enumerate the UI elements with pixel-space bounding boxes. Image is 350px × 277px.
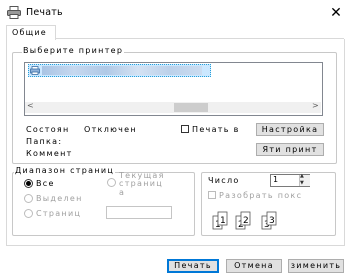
svg-text:2: 2 bbox=[243, 216, 249, 226]
status-label: Состоян bbox=[26, 125, 70, 134]
printer-icon bbox=[7, 6, 21, 19]
collate-label: Разобрать покс bbox=[219, 191, 303, 200]
copies-count-label: Число bbox=[208, 176, 240, 185]
copies-count-value: 1 bbox=[273, 175, 279, 184]
print-to-file-label: Печать в bbox=[192, 125, 240, 134]
collate-checkbox[interactable] bbox=[208, 191, 216, 199]
select-printer-group-label: Выберите принтер bbox=[22, 46, 125, 55]
chevron-down-icon[interactable]: ▼ bbox=[300, 180, 304, 186]
page-range-current-label: Текущая страниц bbox=[119, 171, 165, 188]
find-printer-button[interactable]: Яти принт bbox=[256, 143, 324, 156]
page-range-all-radio[interactable] bbox=[24, 179, 33, 188]
print-to-file-checkbox[interactable] bbox=[181, 125, 189, 133]
printer-name-obscured bbox=[42, 66, 202, 75]
page-range-selection-label: Выделен bbox=[36, 194, 83, 203]
page-range-current-radio[interactable] bbox=[107, 178, 116, 187]
scroll-left-button[interactable]: < bbox=[27, 101, 34, 110]
comment-label: Коммент bbox=[26, 149, 73, 158]
page-range-selection-radio[interactable] bbox=[24, 194, 33, 203]
radio-selected-dot bbox=[26, 181, 31, 186]
svg-text:3: 3 bbox=[269, 216, 275, 226]
page-range-pages-radio[interactable] bbox=[24, 209, 33, 218]
page-range-group-label: Диапазон страниц bbox=[14, 166, 116, 175]
tab-general-label: Общие bbox=[12, 28, 47, 37]
printer-list-scrollbar[interactable] bbox=[25, 102, 321, 113]
chevron-up-icon[interactable]: ▲ bbox=[300, 173, 304, 179]
svg-text:1: 1 bbox=[220, 216, 226, 226]
page-range-all-label: Все bbox=[36, 179, 55, 188]
print-button[interactable]: Печать bbox=[167, 259, 219, 273]
window-title: Печать bbox=[26, 7, 63, 18]
cancel-button[interactable]: Отмена bbox=[226, 259, 282, 273]
page-range-pages-input[interactable] bbox=[106, 206, 172, 219]
printer-icon bbox=[30, 66, 40, 75]
status-value: Отключен bbox=[84, 125, 137, 134]
collate-pages-icon: 1 1 2 2 3 3 bbox=[212, 211, 277, 230]
close-button[interactable]: ✕ bbox=[327, 4, 345, 22]
location-label: Папка: bbox=[26, 137, 63, 146]
apply-button[interactable]: зименить bbox=[288, 259, 344, 273]
scrollbar-thumb[interactable] bbox=[174, 103, 208, 112]
page-range-current-suffix: а bbox=[119, 188, 126, 197]
scroll-right-button[interactable]: > bbox=[312, 101, 319, 110]
page-range-pages-label: Страниц bbox=[36, 209, 82, 218]
printer-settings-button[interactable]: Настройка bbox=[256, 123, 324, 136]
